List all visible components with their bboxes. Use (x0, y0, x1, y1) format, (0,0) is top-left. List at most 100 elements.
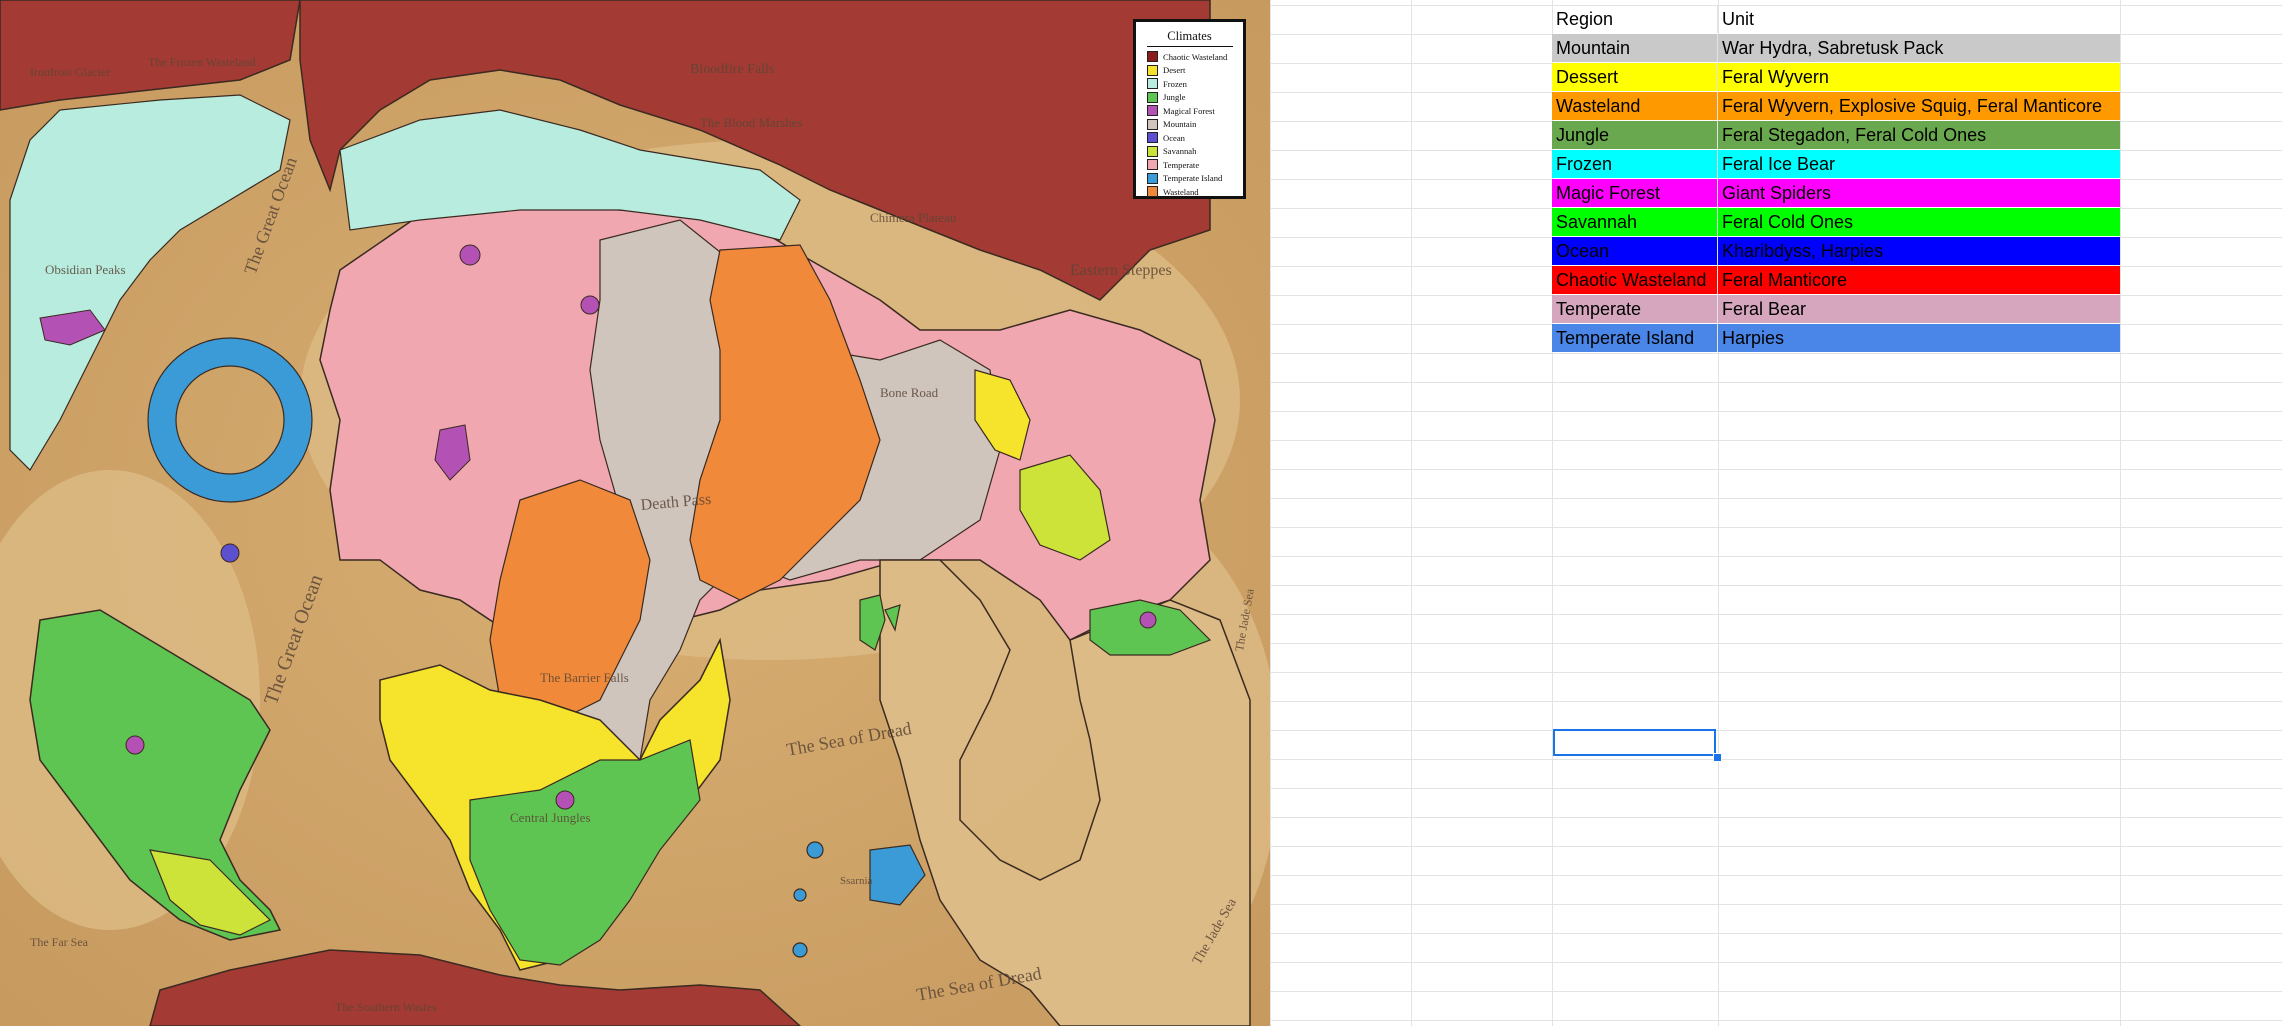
legend-item: Ocean (1147, 131, 1243, 145)
legend-item: Temperate (1147, 158, 1243, 172)
row-gridline (1268, 411, 2282, 412)
fill-handle[interactable] (1713, 753, 1722, 762)
region-cell[interactable]: Dessert (1552, 63, 1718, 91)
region-cell[interactable]: Mountain (1552, 34, 1718, 62)
map-label: The Blood Marshes (700, 115, 803, 130)
column-gridline (1270, 0, 1271, 1026)
region-cell[interactable]: Frozen (1552, 150, 1718, 178)
unit-cell[interactable]: Feral Cold Ones (1718, 208, 2120, 236)
region-cell[interactable]: Temperate (1552, 295, 1718, 323)
legend-title: Climates (1167, 29, 1212, 43)
legend-item: Frozen (1147, 77, 1243, 91)
legend-swatch (1147, 105, 1158, 117)
table-row: Chaotic Wasteland Feral Manticore (1552, 266, 2120, 294)
table-row: Magic Forest Giant Spiders (1552, 179, 2120, 207)
region-cell[interactable]: Magic Forest (1552, 179, 1718, 207)
unit-cell[interactable]: Feral Manticore (1718, 266, 2120, 294)
world-map: Ironfrost Glacier The Frozen Wasteland Blo… (0, 0, 1270, 1026)
table-row: Temperate Feral Bear (1552, 295, 2120, 323)
row-gridline (1268, 382, 2282, 383)
row-gridline (1268, 759, 2282, 760)
legend-item: Wasteland (1147, 185, 1243, 199)
climate-map-drawing (0, 0, 1270, 1026)
legend-label: Magical Forest (1163, 105, 1215, 116)
header-region-cell[interactable]: Region (1552, 5, 1718, 33)
row-gridline (1268, 904, 2282, 905)
row-gridline (1268, 991, 2282, 992)
table-row: Dessert Feral Wyvern (1552, 63, 2120, 91)
legend-label: Temperate Island (1163, 173, 1223, 184)
row-gridline (1268, 353, 2282, 354)
unit-cell[interactable]: Feral Ice Bear (1718, 150, 2120, 178)
region-cell[interactable]: Savannah (1552, 208, 1718, 236)
legend-label: Savannah (1163, 146, 1197, 157)
unit-cell[interactable]: Feral Wyvern (1718, 63, 2120, 91)
row-gridline (1268, 701, 2282, 702)
legend-item: Chaotic Wasteland (1147, 50, 1243, 64)
table-row: Savannah Feral Cold Ones (1552, 208, 2120, 236)
table-row: Frozen Feral Ice Bear (1552, 150, 2120, 178)
selected-cell[interactable] (1553, 729, 1716, 756)
region-cell[interactable]: Ocean (1552, 237, 1718, 265)
table-row: Mountain War Hydra, Sabretusk Pack (1552, 34, 2120, 62)
map-label: Central Jungles (510, 810, 591, 825)
unit-cell[interactable]: Harpies (1718, 324, 2120, 352)
legend-item: Jungle (1147, 91, 1243, 105)
row-gridline (1268, 498, 2282, 499)
unit-cell[interactable]: Giant Spiders (1718, 179, 2120, 207)
map-label: Eastern Steppes (1070, 262, 1172, 279)
map-label: Ironfrost Glacier (30, 65, 111, 79)
table-header-row: Region Unit (1552, 5, 2120, 33)
row-gridline (1268, 614, 2282, 615)
legend-swatch (1147, 78, 1158, 90)
row-gridline (1268, 672, 2282, 673)
row-gridline (1268, 643, 2282, 644)
legend-item: Magical Forest (1147, 104, 1243, 118)
legend-swatch (1147, 145, 1158, 157)
legend-divider (1146, 46, 1233, 47)
table-row: Temperate Island Harpies (1552, 324, 2120, 352)
unit-cell[interactable]: Feral Wyvern, Explosive Squig, Feral Man… (1718, 92, 2120, 120)
row-gridline (1268, 875, 2282, 876)
map-label: The Frozen Wasteland (148, 55, 256, 69)
row-gridline (1268, 933, 2282, 934)
map-label: The Southern Wastes (335, 1000, 437, 1014)
climate-legend: Climates Chaotic Wasteland Desert Frozen Ju… (1133, 19, 1246, 199)
row-gridline (1268, 846, 2282, 847)
table-row: Wasteland Feral Wyvern, Explosive Squig, … (1552, 92, 2120, 120)
map-label: The Barrier Falls (540, 670, 629, 685)
unit-cell[interactable]: Kharibdyss, Harpies (1718, 237, 2120, 265)
unit-cell[interactable]: Feral Bear (1718, 295, 2120, 323)
map-label: Bone Road (880, 385, 939, 400)
column-gridline (2120, 0, 2121, 1026)
legend-item: Mountain (1147, 118, 1243, 132)
legend-swatch (1147, 132, 1158, 144)
ocean-islet (220, 543, 240, 563)
legend-swatch (1147, 186, 1158, 198)
row-gridline (1268, 817, 2282, 818)
region-cell[interactable]: Chaotic Wasteland (1552, 266, 1718, 294)
legend-label: Wasteland (1163, 186, 1199, 197)
legend-swatch (1147, 64, 1158, 76)
legend-rows: Chaotic Wasteland Desert Frozen Jungle Magic… (1136, 50, 1243, 199)
legend-swatch (1147, 118, 1158, 130)
region-cell[interactable]: Wasteland (1552, 92, 1718, 120)
unit-cell[interactable]: Feral Stegadon, Feral Cold Ones (1718, 121, 2120, 149)
row-gridline (1268, 440, 2282, 441)
legend-label: Jungle (1163, 92, 1186, 103)
row-gridline (1268, 469, 2282, 470)
column-gridline (1411, 0, 1412, 1026)
legend-label: Frozen (1163, 78, 1187, 89)
unit-cell[interactable]: War Hydra, Sabretusk Pack (1718, 34, 2120, 62)
region-cell[interactable]: Jungle (1552, 121, 1718, 149)
legend-label: Chaotic Wasteland (1163, 51, 1228, 62)
table-row: Ocean Kharibdyss, Harpies (1552, 237, 2120, 265)
table-row: Jungle Feral Stegadon, Feral Cold Ones (1552, 121, 2120, 149)
region-cell[interactable]: Temperate Island (1552, 324, 1718, 352)
row-gridline (1268, 730, 2282, 731)
legend-label: Desert (1163, 65, 1186, 76)
header-unit-cell[interactable]: Unit (1718, 5, 2120, 33)
legend-swatch (1147, 172, 1158, 184)
map-label: Ssarnia (840, 875, 873, 887)
map-label: Chimera Plateau (870, 210, 957, 225)
